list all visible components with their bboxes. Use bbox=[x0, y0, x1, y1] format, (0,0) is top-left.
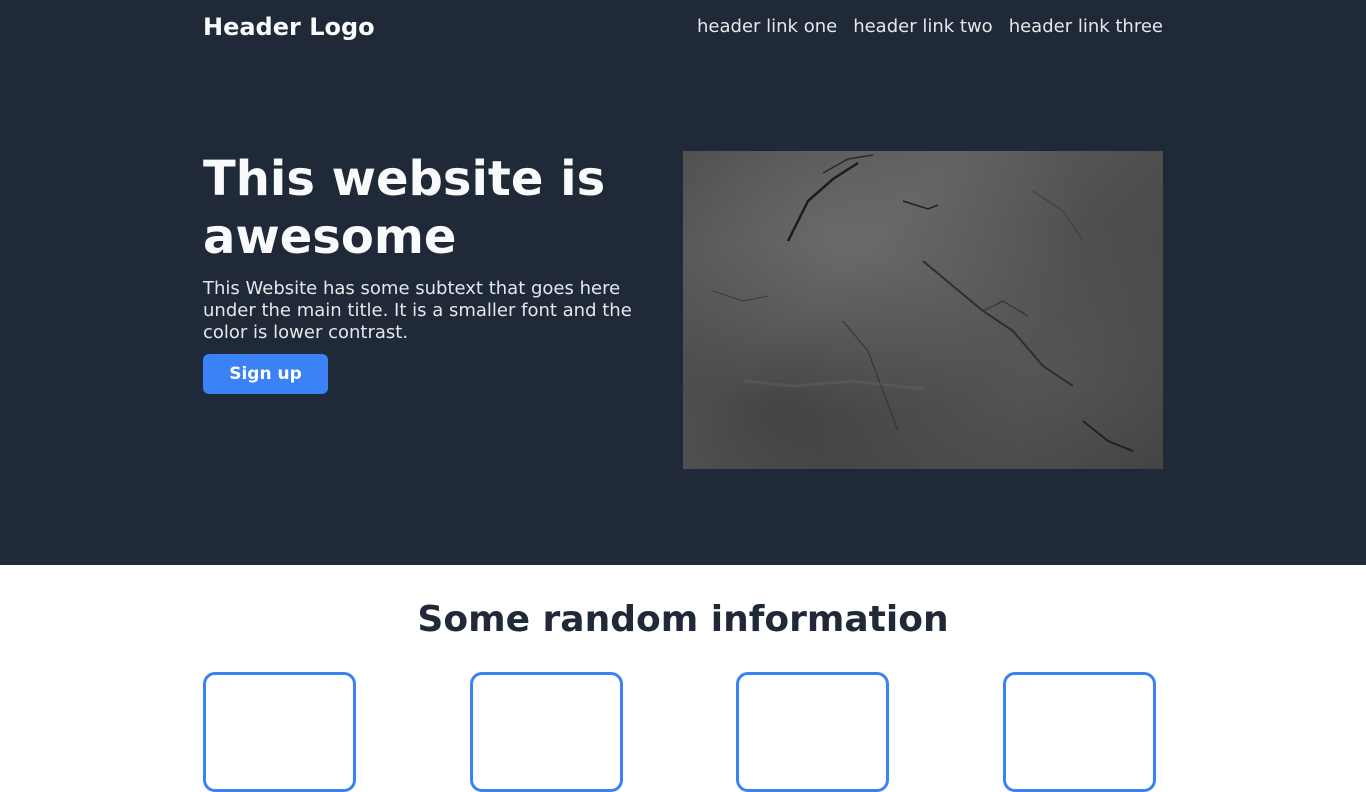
info-section-title: Some random information bbox=[417, 599, 949, 640]
header-link-two[interactable]: header link two bbox=[853, 16, 992, 38]
header-logo[interactable]: Header Logo bbox=[203, 12, 375, 42]
info-section: Some random information bbox=[0, 565, 1366, 792]
header-nav: header link one header link two header l… bbox=[697, 16, 1163, 38]
stone-texture-image bbox=[683, 151, 1163, 469]
info-card-2[interactable] bbox=[470, 672, 623, 792]
info-card-4[interactable] bbox=[1003, 672, 1156, 792]
header-bar: Header Logo header link one header link … bbox=[203, 0, 1163, 56]
header-link-one[interactable]: header link one bbox=[697, 16, 837, 38]
hero-section: Header Logo header link one header link … bbox=[0, 0, 1366, 565]
hero-subtext: This Website has some subtext that goes … bbox=[203, 278, 632, 343]
signup-button[interactable]: Sign up bbox=[203, 354, 328, 394]
header-link-three[interactable]: header link three bbox=[1009, 16, 1163, 38]
hero-text: This website is awesome This Website has… bbox=[203, 150, 643, 394]
info-card-1[interactable] bbox=[203, 672, 356, 792]
info-card-3[interactable] bbox=[736, 672, 889, 792]
stone-cracks-graphic bbox=[712, 154, 1134, 452]
hero-title: This website is awesome bbox=[203, 151, 606, 265]
